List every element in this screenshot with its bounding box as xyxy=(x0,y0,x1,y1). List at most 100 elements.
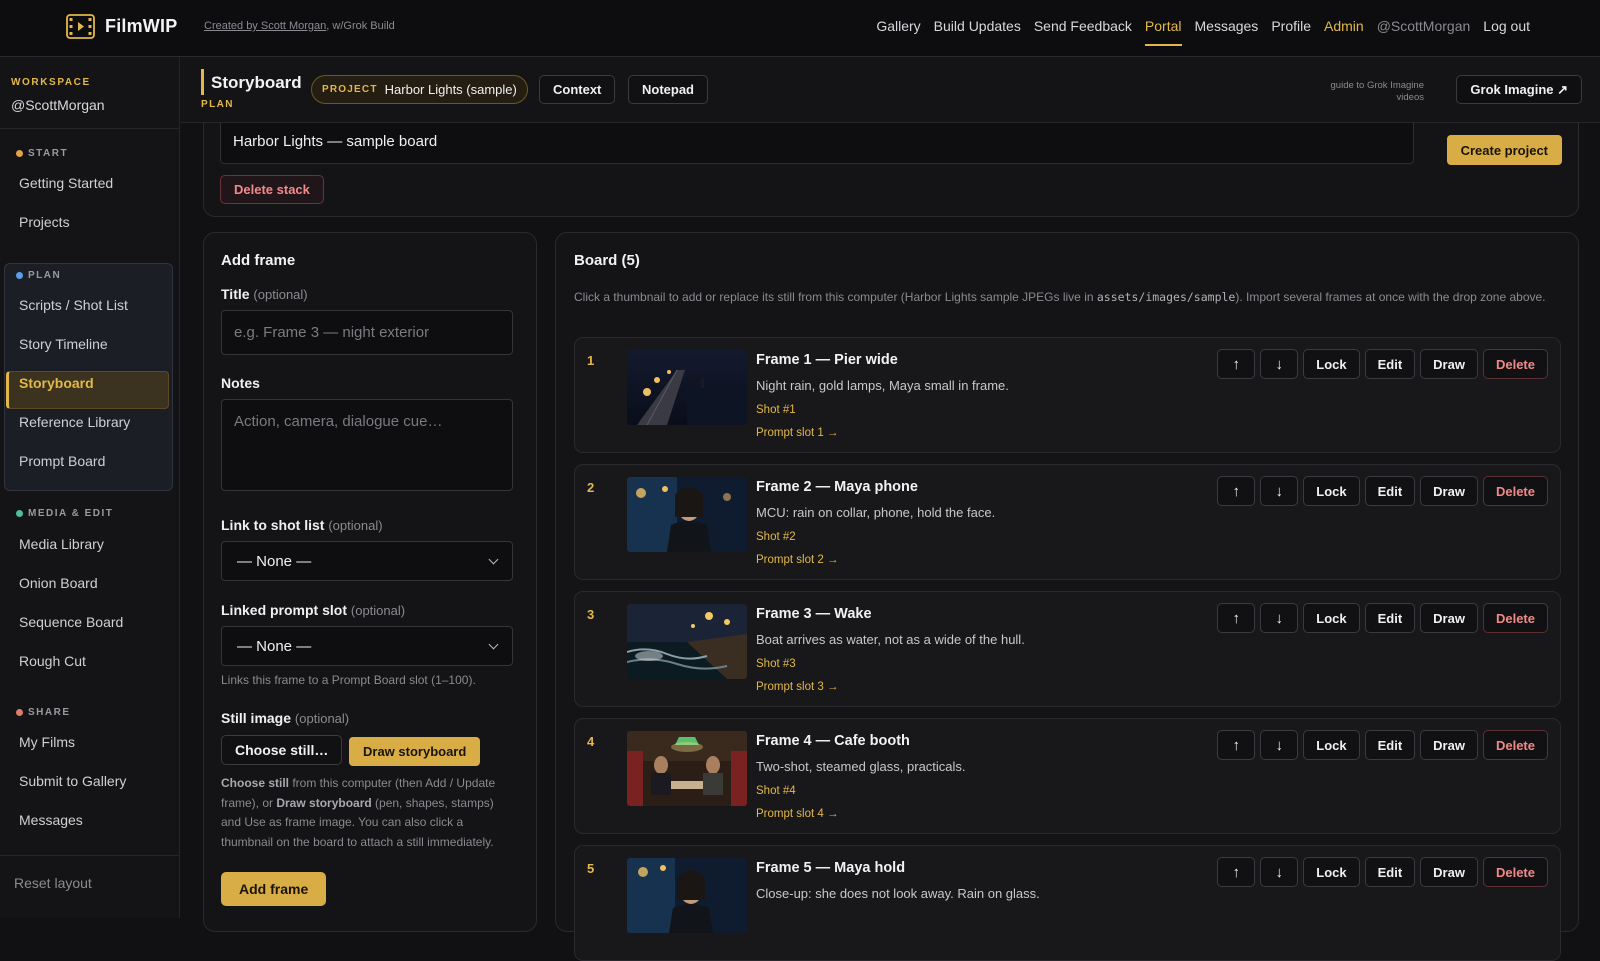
move-up-button[interactable]: ↑ xyxy=(1217,730,1256,760)
sidebar-item-storyboard[interactable]: Storyboard xyxy=(19,375,94,391)
frame-thumbnail[interactable] xyxy=(627,604,747,679)
sidebar-item-sequence-board[interactable]: Sequence Board xyxy=(19,614,123,630)
shot-link-label: Link to shot list (optional) xyxy=(221,517,383,533)
project-chip[interactable]: PROJECT Harbor Lights (sample) xyxy=(311,75,528,104)
lock-button[interactable]: Lock xyxy=(1303,476,1360,506)
frame-description: Two-shot, steamed glass, practicals. xyxy=(756,759,966,774)
draw-button[interactable]: Draw xyxy=(1420,603,1478,633)
sidebar-item-messages[interactable]: Messages xyxy=(19,812,83,828)
frame-prompt-link[interactable]: Prompt slot 1 → xyxy=(756,427,838,439)
board-description: Click a thumbnail to add or replace its … xyxy=(574,288,1559,308)
notepad-button[interactable]: Notepad xyxy=(628,75,708,104)
choose-still-button[interactable]: Choose still… xyxy=(221,735,343,765)
draw-button[interactable]: Draw xyxy=(1420,476,1478,506)
nav-send-feedback[interactable]: Send Feedback xyxy=(1034,18,1132,34)
draw-button[interactable]: Draw xyxy=(1420,857,1478,887)
frame-card: 1 Frame 1 — Pier wide Night rain, gold l… xyxy=(574,337,1561,453)
frame-shot-link[interactable]: Shot #1 xyxy=(756,404,796,416)
move-down-button[interactable]: ↓ xyxy=(1260,730,1299,760)
frame-thumbnail[interactable] xyxy=(627,477,747,552)
move-down-button[interactable]: ↓ xyxy=(1260,857,1299,887)
nav-gallery[interactable]: Gallery xyxy=(876,18,920,34)
frame-shot-link[interactable]: Shot #2 xyxy=(756,531,796,543)
nav-admin[interactable]: Admin xyxy=(1324,18,1364,34)
sidebar-item-scripts[interactable]: Scripts / Shot List xyxy=(19,297,128,313)
context-button[interactable]: Context xyxy=(539,75,616,104)
lock-button[interactable]: Lock xyxy=(1303,349,1360,379)
delete-button[interactable]: Delete xyxy=(1482,730,1548,760)
section-dot-icon xyxy=(16,510,23,517)
move-down-button[interactable]: ↓ xyxy=(1260,349,1299,379)
sidebar-item-rough-cut[interactable]: Rough Cut xyxy=(19,653,86,669)
sidebar-item-getting-started[interactable]: Getting Started xyxy=(19,175,113,191)
nav-messages[interactable]: Messages xyxy=(1195,18,1259,34)
add-frame-button[interactable]: Add frame xyxy=(221,872,327,906)
sidebar-item-projects[interactable]: Projects xyxy=(19,214,70,230)
section-plan: PLAN xyxy=(16,270,61,281)
sidebar-item-submit-gallery[interactable]: Submit to Gallery xyxy=(19,773,126,789)
frame-shot-link[interactable]: Shot #4 xyxy=(756,785,796,797)
prompt-slot-label-text: Linked prompt slot xyxy=(221,602,347,618)
move-up-button[interactable]: ↑ xyxy=(1217,603,1256,633)
project-chip-value: Harbor Lights (sample) xyxy=(384,82,517,97)
lock-button[interactable]: Lock xyxy=(1303,603,1360,633)
frame-title-input[interactable]: e.g. Frame 3 — night exterior xyxy=(221,310,513,355)
grok-guide-link[interactable]: guide to Grok Imagine videos xyxy=(1304,80,1424,104)
edit-button[interactable]: Edit xyxy=(1364,730,1416,760)
sidebar-item-media-library[interactable]: Media Library xyxy=(19,536,104,552)
frame-shot-link[interactable]: Shot #3 xyxy=(756,658,796,670)
delete-button[interactable]: Delete xyxy=(1482,349,1548,379)
reset-layout-button[interactable]: Reset layout xyxy=(14,875,92,891)
grok-imagine-button[interactable]: Grok Imagine ↗ xyxy=(1456,75,1582,104)
move-down-button[interactable]: ↓ xyxy=(1260,476,1299,506)
move-down-button[interactable]: ↓ xyxy=(1260,603,1299,633)
nav-log-out[interactable]: Log out xyxy=(1483,18,1530,34)
draw-button[interactable]: Draw xyxy=(1420,349,1478,379)
lock-button[interactable]: Lock xyxy=(1303,857,1360,887)
edit-button[interactable]: Edit xyxy=(1364,857,1416,887)
delete-stack-button[interactable]: Delete stack xyxy=(220,175,324,204)
draw-storyboard-button[interactable]: Draw storyboard xyxy=(349,737,481,766)
edit-button[interactable]: Edit xyxy=(1364,476,1416,506)
edit-button[interactable]: Edit xyxy=(1364,349,1416,379)
nav-build-updates[interactable]: Build Updates xyxy=(934,18,1021,34)
frame-prompt-link[interactable]: Prompt slot 2 → xyxy=(756,554,838,566)
chevron-down-icon xyxy=(488,639,499,649)
board-desc-2: ). Import several frames at once with th… xyxy=(1235,290,1546,304)
shot-link-select[interactable]: — None — xyxy=(221,541,513,581)
create-project-button[interactable]: Create project xyxy=(1446,135,1562,165)
frame-actions: ↑ ↓ Lock Edit Draw Delete xyxy=(1217,857,1548,887)
credit-author-link[interactable]: Created by Scott Morgan xyxy=(204,20,326,32)
frame-number: 4 xyxy=(587,734,595,749)
board-desc-1: Click a thumbnail to add or replace its … xyxy=(574,290,1097,304)
film-logo-icon[interactable] xyxy=(66,14,95,39)
draw-button[interactable]: Draw xyxy=(1420,730,1478,760)
lock-button[interactable]: Lock xyxy=(1303,730,1360,760)
frame-prompt-link[interactable]: Prompt slot 3 → xyxy=(756,681,838,693)
stack-card: Harbor Lights — sample board Create proj… xyxy=(203,123,1579,217)
delete-button[interactable]: Delete xyxy=(1482,476,1548,506)
frame-thumbnail[interactable] xyxy=(627,731,747,806)
nav-profile[interactable]: Profile xyxy=(1271,18,1311,34)
sidebar-item-reference-library[interactable]: Reference Library xyxy=(19,414,130,430)
edit-button[interactable]: Edit xyxy=(1364,603,1416,633)
frame-actions: ↑ ↓ Lock Edit Draw Delete xyxy=(1217,349,1548,379)
move-up-button[interactable]: ↑ xyxy=(1217,857,1256,887)
frame-thumbnail[interactable] xyxy=(627,350,747,425)
sidebar-item-prompt-board[interactable]: Prompt Board xyxy=(19,453,105,469)
brand-name[interactable]: FilmWIP xyxy=(105,16,177,37)
frame-prompt-link[interactable]: Prompt slot 4 → xyxy=(756,808,838,820)
frame-thumbnail[interactable] xyxy=(627,858,747,933)
sidebar-item-onion-board[interactable]: Onion Board xyxy=(19,575,98,591)
nav-portal[interactable]: Portal xyxy=(1144,18,1182,46)
move-up-button[interactable]: ↑ xyxy=(1217,349,1256,379)
sidebar-item-my-films[interactable]: My Films xyxy=(19,734,75,750)
move-up-button[interactable]: ↑ xyxy=(1217,476,1256,506)
stack-name-input[interactable]: Harbor Lights — sample board xyxy=(220,123,1414,164)
frame-notes-textarea[interactable]: Action, camera, dialogue cue… xyxy=(221,399,513,491)
sidebar-item-story-timeline[interactable]: Story Timeline xyxy=(19,336,108,352)
prompt-slot-select[interactable]: — None — xyxy=(221,626,513,666)
optional-hint: (optional) xyxy=(294,711,350,726)
delete-button[interactable]: Delete xyxy=(1482,603,1548,633)
delete-button[interactable]: Delete xyxy=(1482,857,1548,887)
